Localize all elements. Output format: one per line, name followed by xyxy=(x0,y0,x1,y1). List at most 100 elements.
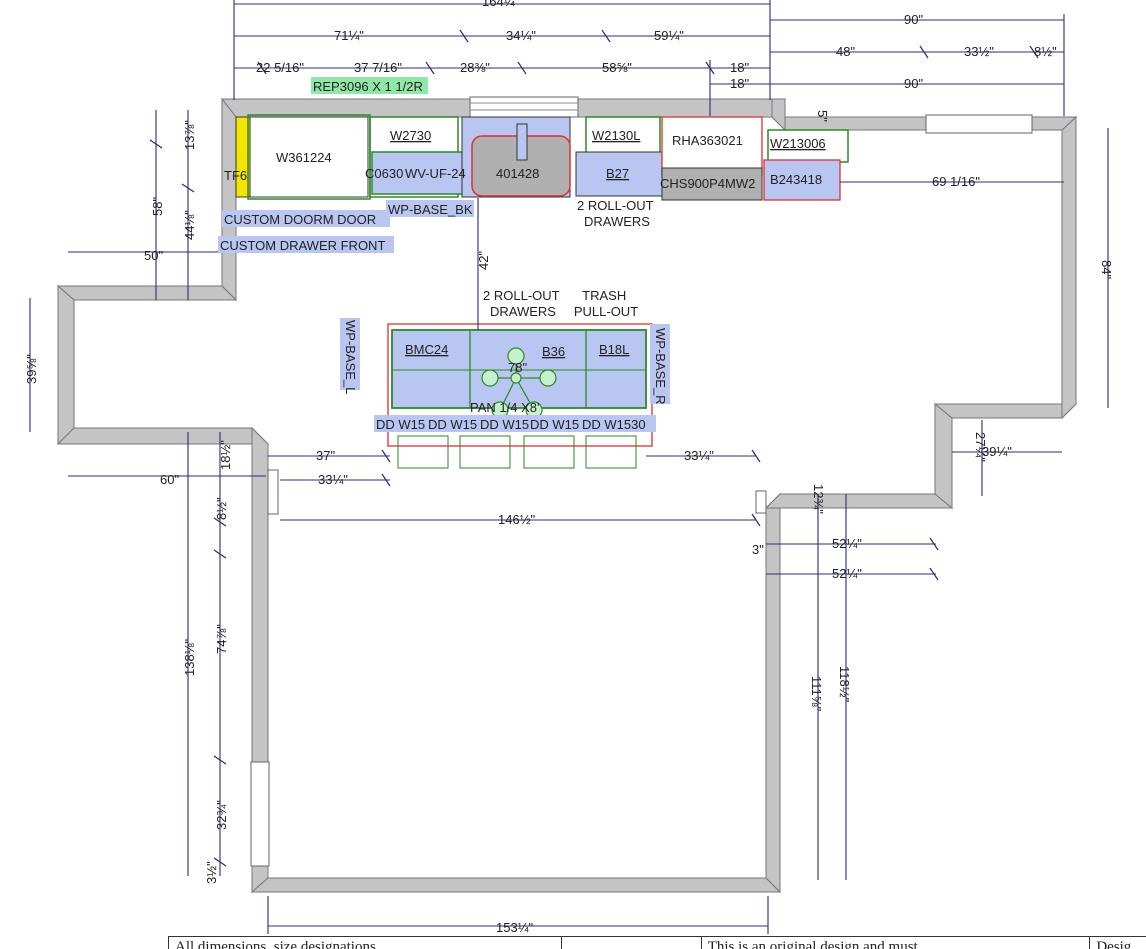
label-bmc24: BMC24 xyxy=(405,342,448,357)
dim-74: 74⅞" xyxy=(214,624,229,654)
window-top xyxy=(469,96,579,118)
dim-111: 111⅝" xyxy=(809,676,824,712)
dim-71: 71¼" xyxy=(334,28,364,43)
wall-left-bump-bottom xyxy=(56,427,270,445)
dim-3-right: 3" xyxy=(752,542,764,557)
dim-33-island-left: 33¼" xyxy=(318,472,348,487)
dim-42: 42" xyxy=(476,251,491,270)
dim-58-left: 58" xyxy=(150,197,165,216)
label-dd-w15-2: DD W15 xyxy=(428,417,477,432)
wall-top-right-join xyxy=(771,98,786,132)
dim-153: 153¼" xyxy=(496,920,534,935)
label-trash: TRASH PULL-OUT xyxy=(574,288,638,319)
label-sink-401428: 401428 xyxy=(496,166,539,181)
label-rollout-top: 2 ROLL-OUT DRAWERS xyxy=(577,198,657,229)
stool-4 xyxy=(585,435,637,469)
label-rep3096: REP3096 X 1 1/2R xyxy=(313,79,423,94)
dim-60: 60" xyxy=(160,472,179,487)
stool-3 xyxy=(523,435,575,469)
dim-37-island: 37" xyxy=(316,448,335,463)
dim-52b: 52¼" xyxy=(832,566,862,581)
door-right xyxy=(755,490,767,514)
dim-13: 13⅞" xyxy=(182,120,197,150)
wall-far-right xyxy=(1061,115,1077,420)
label-rha363021: RHA363021 xyxy=(672,133,743,148)
stool-1 xyxy=(397,435,449,469)
kitchen-floor-plan: 164¼" 71¼" 34¼" 59¼" 22 5/16" 37 7/16" 2… xyxy=(24,0,1114,935)
label-dd-w1530: DD W1530 xyxy=(582,417,646,432)
dim-138: 138⅛" xyxy=(182,638,197,676)
wall-left-bump-top xyxy=(56,285,238,301)
dim-39-left: 39⅝" xyxy=(24,354,39,384)
rollout-island-text: 2 ROLL-OUT xyxy=(483,288,560,303)
wall-step-top xyxy=(933,403,1078,419)
window-left xyxy=(250,761,270,867)
sink-faucet xyxy=(516,123,528,161)
dim-44: 44⅛" xyxy=(182,210,197,240)
title-block-col3: This is an original design and must xyxy=(700,937,1090,949)
label-dd-w15-1: DD W15 xyxy=(376,417,425,432)
walls xyxy=(56,97,1078,894)
dim-50: 50" xyxy=(144,248,163,263)
wall-left-bump-side xyxy=(57,284,75,446)
dim-18b: 18" xyxy=(730,76,749,91)
dim-18-left: 18½" xyxy=(218,440,233,470)
dim-84: 84" xyxy=(1099,260,1114,279)
label-chs900: CHS900P4MW2 xyxy=(660,176,755,191)
trash-text: TRASH xyxy=(582,288,626,303)
dim-8half: 8½" xyxy=(1034,44,1057,59)
dim-90b: 90" xyxy=(904,76,923,91)
label-w213006: W213006 xyxy=(770,136,826,151)
label-b18l: B18L xyxy=(599,342,629,357)
dim-12: 12¾" xyxy=(811,484,826,514)
label-w2130l: W2130L xyxy=(592,128,640,143)
dim-28: 28⅜" xyxy=(460,60,490,75)
label-custom-drawer: CUSTOM DRAWER FRONT xyxy=(220,238,385,253)
dim-18a: 18" xyxy=(730,60,749,75)
dim-37: 37 7/16" xyxy=(354,60,402,75)
trash-text-2: PULL-OUT xyxy=(574,304,638,319)
label-w2730: W2730 xyxy=(390,128,431,143)
dim-52a: 52¼" xyxy=(832,536,862,551)
dim-118: 118½" xyxy=(837,666,852,703)
label-custom-door: CUSTOM DOORM DOOR xyxy=(224,212,376,227)
label-c0630: C0630 xyxy=(365,166,403,181)
label-wp-base-bk: WP-BASE_BK xyxy=(388,202,473,217)
title-block-col4: Desig xyxy=(1089,937,1146,949)
wall-right-lower xyxy=(765,492,781,894)
rollout-top-text-2: DRAWERS xyxy=(584,214,650,229)
dim-90a: 90" xyxy=(904,12,923,27)
dim-32: 32¾" xyxy=(214,800,229,830)
wall-step-vertical xyxy=(934,402,953,510)
dim-8-left: 8½" xyxy=(214,497,229,520)
dim-58: 58⅝" xyxy=(602,60,632,75)
label-b27: B27 xyxy=(606,166,629,181)
title-block: All dimensions, size designations This i… xyxy=(168,936,1146,949)
title-block-col2 xyxy=(560,937,701,949)
title-block-col1: All dimensions, size designations xyxy=(168,937,561,949)
window-top-right xyxy=(925,114,1033,134)
dim-22: 22 5/16" xyxy=(256,60,304,75)
wall-step-bottom xyxy=(764,493,954,509)
label-b36: B36 xyxy=(542,344,565,359)
dim-5: 5" xyxy=(815,110,830,122)
label-78: 78" xyxy=(508,360,527,375)
label-w361224: W361224 xyxy=(276,150,332,165)
door-left xyxy=(267,469,279,515)
rollout-island-text-2: DRAWERS xyxy=(490,304,556,319)
label-pan: PAN 1/4 X8' xyxy=(470,400,539,415)
label-wv-uf-24: WV-UF-24 xyxy=(405,166,466,181)
dim-39-right: 39¼" xyxy=(982,444,1012,459)
label-rollout-island: 2 ROLL-OUT DRAWERS xyxy=(483,288,563,319)
label-dd-w15-4: DD W15 xyxy=(530,417,579,432)
dim-33half: 33½" xyxy=(964,44,994,59)
wall-bottom xyxy=(250,877,782,893)
stool-2 xyxy=(459,435,511,469)
dim-59: 59¼" xyxy=(654,28,684,43)
label-wp-base-l: WP-BASE_L xyxy=(343,320,358,394)
label-b243418: B243418 xyxy=(770,172,822,187)
dim-top-overall: 164¼" xyxy=(482,0,520,9)
rollout-top-text: 2 ROLL-OUT xyxy=(577,198,654,213)
wall-left-upper xyxy=(221,97,237,302)
dim-69: 69 1/16" xyxy=(932,174,980,189)
